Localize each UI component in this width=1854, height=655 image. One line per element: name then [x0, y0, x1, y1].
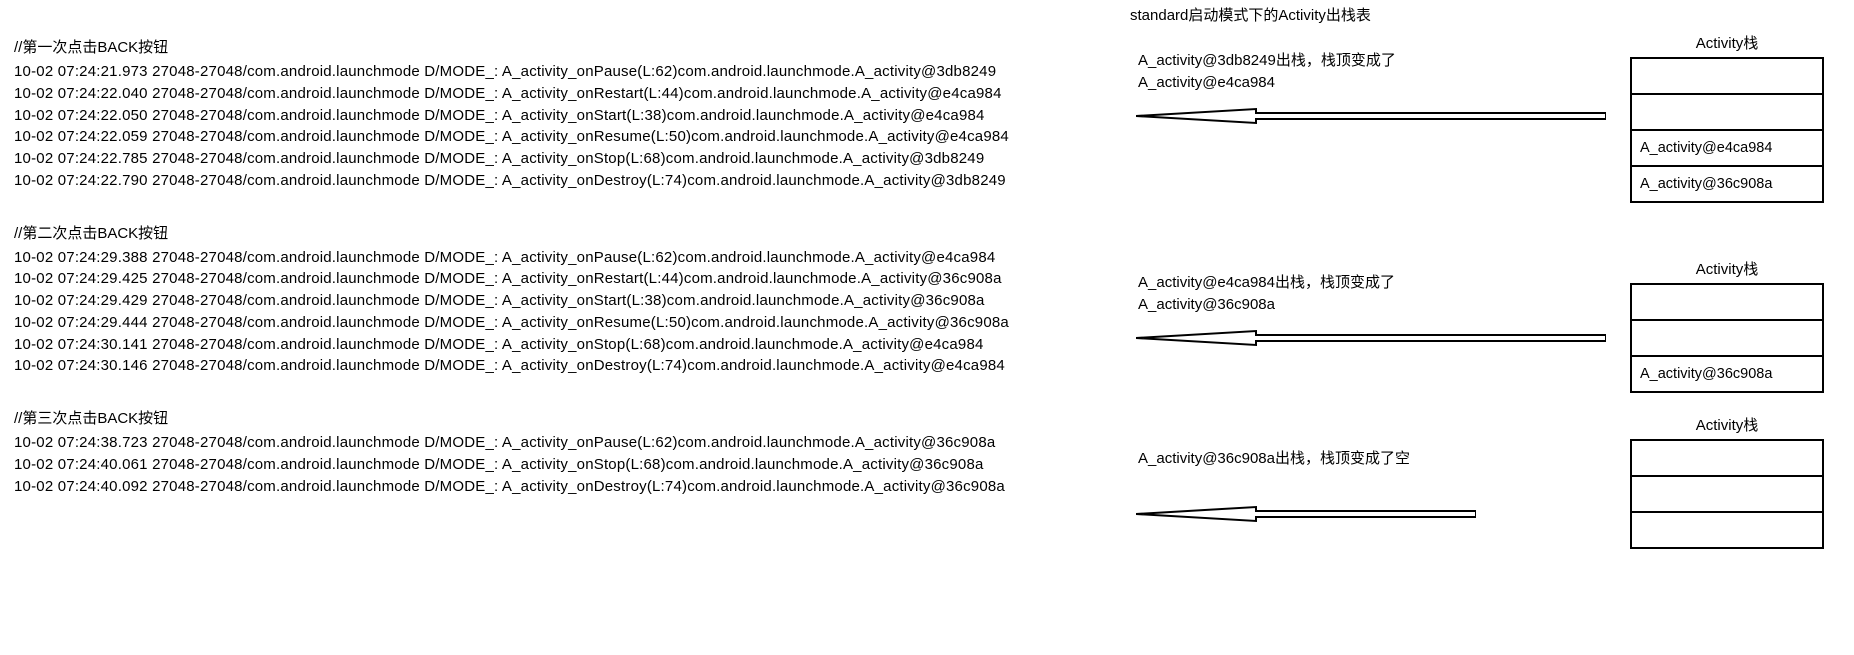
- stack-row: A_activity@36c908a: [1632, 357, 1822, 393]
- annotation-3: A_activity@36c908a出栈，栈顶变成了空: [1138, 448, 1438, 470]
- log-line: 10-02 07:24:21.973 27048-27048/com.andro…: [14, 61, 1129, 83]
- log-line: 10-02 07:24:29.444 27048-27048/com.andro…: [14, 312, 1129, 334]
- arrow-left-icon: [1136, 504, 1476, 524]
- log-line: 10-02 07:24:22.790 27048-27048/com.andro…: [14, 170, 1129, 192]
- arrow-left-icon: [1136, 106, 1606, 126]
- log-line: 10-02 07:24:29.425 27048-27048/com.andro…: [14, 268, 1129, 290]
- section-comment: //第一次点击BACK按钮: [14, 36, 1129, 57]
- log-line: 10-02 07:24:30.146 27048-27048/com.andro…: [14, 355, 1129, 377]
- activity-stack-1: Activity栈 A_activity@e4ca984 A_activity@…: [1630, 32, 1824, 203]
- log-line: 10-02 07:24:22.059 27048-27048/com.andro…: [14, 126, 1129, 148]
- annotation-1: A_activity@3db8249出栈，栈顶变成了A_activity@e4c…: [1138, 50, 1438, 94]
- log-line: 10-02 07:24:40.061 27048-27048/com.andro…: [14, 454, 1129, 476]
- stack-title: Activity栈: [1630, 414, 1824, 435]
- log-line: 10-02 07:24:29.429 27048-27048/com.andro…: [14, 290, 1129, 312]
- stack-row: [1632, 285, 1822, 321]
- arrow-left-icon: [1136, 328, 1606, 348]
- stack-row: A_activity@36c908a: [1632, 167, 1822, 203]
- stack-row: [1632, 441, 1822, 477]
- log-line: 10-02 07:24:38.723 27048-27048/com.andro…: [14, 432, 1129, 454]
- stack-row: [1632, 513, 1822, 549]
- log-line: 10-02 07:24:40.092 27048-27048/com.andro…: [14, 476, 1129, 498]
- section-2: //第二次点击BACK按钮 10-02 07:24:29.388 27048-2…: [14, 222, 1129, 378]
- section-1: //第一次点击BACK按钮 10-02 07:24:21.973 27048-2…: [14, 36, 1129, 192]
- stack-row: [1632, 95, 1822, 131]
- section-comment: //第三次点击BACK按钮: [14, 407, 1129, 428]
- stack-title: Activity栈: [1630, 32, 1824, 53]
- log-line: 10-02 07:24:22.050 27048-27048/com.andro…: [14, 105, 1129, 127]
- stack-row: A_activity@e4ca984: [1632, 131, 1822, 167]
- stack-title: Activity栈: [1630, 258, 1824, 279]
- section-comment: //第二次点击BACK按钮: [14, 222, 1129, 243]
- log-line: 10-02 07:24:29.388 27048-27048/com.andro…: [14, 247, 1129, 269]
- log-line: 10-02 07:24:30.141 27048-27048/com.andro…: [14, 334, 1129, 356]
- log-line: 10-02 07:24:22.785 27048-27048/com.andro…: [14, 148, 1129, 170]
- section-3: //第三次点击BACK按钮 10-02 07:24:38.723 27048-2…: [14, 407, 1129, 497]
- log-line: 10-02 07:24:22.040 27048-27048/com.andro…: [14, 83, 1129, 105]
- stack-row: [1632, 59, 1822, 95]
- log-column: //第一次点击BACK按钮 10-02 07:24:21.973 27048-2…: [14, 36, 1129, 527]
- stack-row: [1632, 321, 1822, 357]
- annotation-2: A_activity@e4ca984出栈，栈顶变成了A_activity@36c…: [1138, 272, 1438, 316]
- activity-stack-2: Activity栈 A_activity@36c908a: [1630, 258, 1824, 393]
- stack-row: [1632, 477, 1822, 513]
- activity-stack-3: Activity栈: [1630, 414, 1824, 549]
